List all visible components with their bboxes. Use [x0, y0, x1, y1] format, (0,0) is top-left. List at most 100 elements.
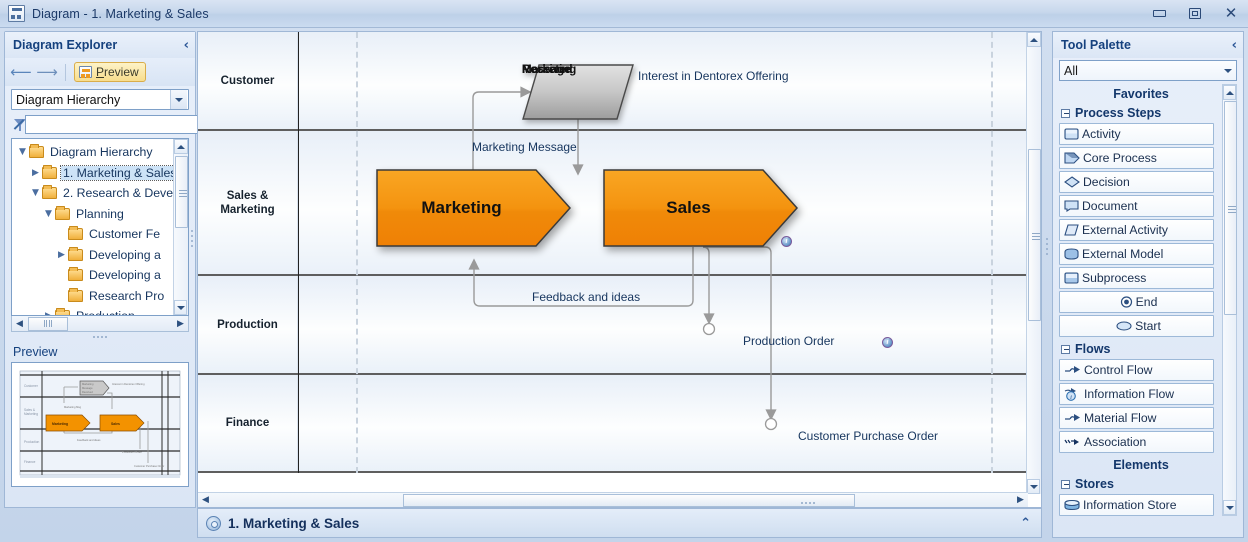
folder-icon	[55, 308, 70, 315]
collapse-explorer-button[interactable]: ‹	[184, 38, 189, 53]
sales-process-shape[interactable]: Sales	[603, 169, 798, 247]
tree-scroll-right-button[interactable]: ▶	[173, 317, 188, 331]
filter-input[interactable]	[25, 115, 204, 134]
minimize-button[interactable]	[1148, 4, 1170, 22]
close-button[interactable]: ✕	[1220, 4, 1242, 22]
window-title: Diagram - 1. Marketing & Sales	[32, 6, 209, 21]
diagram-surface[interactable]: Customer Sales & Marketing Production Fin…	[198, 32, 1028, 478]
palette-scrollbar-thumb[interactable]	[1224, 101, 1237, 315]
canvas-vertical-scrollbar[interactable]	[1026, 32, 1041, 494]
diagram-explorer-title: Diagram Explorer	[13, 38, 118, 52]
palette-scroll-down-button[interactable]	[1223, 500, 1236, 515]
canvas-scroll-up-button[interactable]	[1027, 32, 1041, 47]
palette-group-stores[interactable]: Stores	[1059, 474, 1237, 494]
palette-item-core-process[interactable]: Core Process	[1059, 147, 1214, 169]
tree-vertical-scrollbar[interactable]	[173, 139, 188, 315]
palette-item-label: Decision	[1083, 175, 1130, 189]
tree-item-customer-fe[interactable]: Customer Fe	[12, 224, 188, 245]
expand-toggle-open-icon[interactable]: ▼	[29, 188, 42, 198]
palette-item-label: Association	[1084, 435, 1147, 449]
maximize-button[interactable]	[1184, 4, 1206, 22]
tree-item-developing-a[interactable]: Developing a	[12, 265, 188, 286]
canvas-vscrollbar-thumb[interactable]	[1028, 149, 1041, 321]
expand-toggle-closed-icon[interactable]: ▶	[42, 311, 55, 315]
preview-button[interactable]: Preview	[74, 62, 146, 82]
marketing-process-shape[interactable]: Marketing	[376, 169, 571, 247]
canvas-splitter-grip[interactable]	[778, 498, 838, 507]
palette-item-document[interactable]: Document	[1059, 195, 1214, 217]
palette-group-process-steps[interactable]: Process Steps	[1059, 103, 1237, 123]
collapse-minus-icon[interactable]	[1061, 344, 1070, 354]
tree-scroll-left-button[interactable]: ◀	[12, 317, 27, 331]
tree-hscrollbar-thumb[interactable]	[28, 316, 68, 331]
palette-item-start[interactable]: Start	[1059, 315, 1214, 337]
palette-item-activity[interactable]: Activity	[1059, 123, 1214, 145]
decision-diamond-icon	[1064, 176, 1080, 188]
end-circle-icon	[1120, 296, 1133, 308]
diagram-preview-thumbnail[interactable]: Customer Sales & Marketing Production Finan…	[11, 362, 189, 487]
canvas-scroll-right-button[interactable]: ▶	[1013, 493, 1028, 507]
palette-vertical-scrollbar[interactable]	[1222, 84, 1237, 516]
palette-item-association[interactable]: Association	[1059, 431, 1214, 453]
tree-scrollbar-thumb[interactable]	[175, 156, 188, 228]
forward-arrow-icon[interactable]: ⟶	[36, 63, 58, 81]
tree-item-planning[interactable]: ▼ Planning	[12, 204, 188, 225]
tree-item-label: Customer Fe	[89, 227, 161, 242]
palette-item-label: Document	[1082, 199, 1138, 213]
tree-item-developing-a[interactable]: ▶ Developing a	[12, 245, 188, 266]
expand-toggle-closed-icon[interactable]: ▶	[29, 168, 42, 178]
hierarchy-combobox[interactable]: Diagram Hierarchy	[11, 89, 189, 110]
palette-item-control-flow[interactable]: Control Flow	[1059, 359, 1214, 381]
palette-filter-combobox[interactable]: All	[1059, 60, 1237, 81]
expand-toggle-closed-icon[interactable]: ▶	[55, 250, 68, 260]
palette-item-end[interactable]: End	[1059, 291, 1214, 313]
tree-item-2-research-develo[interactable]: ▼ 2. Research & Develo	[12, 183, 188, 204]
svg-text:Marketing: Marketing	[24, 412, 38, 416]
chevron-down-icon[interactable]	[1219, 61, 1236, 80]
right-dock-grip[interactable]	[1046, 238, 1048, 255]
svg-text:Customer: Customer	[24, 384, 39, 388]
palette-item-external-activity[interactable]: External Activity	[1059, 219, 1214, 241]
tree-item-production[interactable]: ▶ Production	[12, 306, 188, 315]
diagram-canvas[interactable]: Customer Sales & Marketing Production Fin…	[197, 31, 1042, 508]
diagram-explorer-panel: Diagram Explorer ‹ ⟵ ⟶ Preview Diagram H…	[4, 31, 204, 508]
tree-item-research-pro[interactable]: Research Pro	[12, 286, 188, 307]
palette-scroll-up-button[interactable]	[1223, 85, 1236, 100]
expand-toggle-open-icon[interactable]: ▼	[42, 209, 55, 219]
tree-horizontal-scrollbar[interactable]: ◀ ▶	[11, 316, 189, 332]
palette-item-subprocess[interactable]: Subprocess	[1059, 267, 1214, 289]
canvas-horizontal-scrollbar[interactable]: ◀ ▶	[198, 492, 1028, 507]
collapse-minus-icon[interactable]	[1061, 479, 1070, 489]
svg-text:Message: Message	[82, 386, 93, 390]
svg-text:i: i	[1070, 394, 1072, 401]
diagram-hierarchy-tree[interactable]: ▼ Diagram Hierarchy ▶ 1. Marketing & Sales ▼…	[11, 138, 189, 316]
palette-item-external-model[interactable]: External Model	[1059, 243, 1214, 265]
expand-toggle-open-icon[interactable]: ▼	[16, 147, 29, 157]
preview-section-header: Preview	[5, 342, 195, 362]
palette-group-flows[interactable]: Flows	[1059, 339, 1237, 359]
canvas-scroll-down-button[interactable]	[1027, 479, 1040, 494]
palette-item-list[interactable]: Favorites Process Steps Activity Core Proce…	[1059, 84, 1237, 516]
canvas-scroll-left-button[interactable]: ◀	[198, 493, 213, 507]
information-flow-badge-purchase[interactable]: i	[882, 337, 893, 348]
tree-scroll-up-button[interactable]	[174, 139, 188, 154]
tree-item-label: Research Pro	[89, 288, 165, 303]
toolbar-separator	[65, 63, 66, 81]
tree-scroll-down-button[interactable]	[174, 300, 187, 315]
tree-item-label: 1. Marketing & Sales	[59, 164, 180, 181]
information-flow-badge-sales[interactable]: i	[781, 236, 792, 247]
palette-item-material-flow[interactable]: Material Flow	[1059, 407, 1214, 429]
panel-splitter-grip[interactable]	[5, 332, 195, 342]
marketing-message-received-shape[interactable]: Marketing Message Received	[522, 64, 634, 120]
back-arrow-icon[interactable]: ⟵	[10, 63, 32, 81]
palette-item-information-store[interactable]: Information Store	[1059, 494, 1214, 516]
chevron-down-icon[interactable]	[170, 90, 187, 109]
tree-item-diagram-hierarchy[interactable]: ▼ Diagram Hierarchy	[12, 142, 188, 163]
tree-item-1-marketing-sales[interactable]: ▶ 1. Marketing & Sales	[12, 163, 188, 184]
palette-item-information-flow[interactable]: i Information Flow	[1059, 383, 1214, 405]
status-bar-collapse-button[interactable]: ⌃	[1020, 516, 1031, 531]
palette-item-decision[interactable]: Decision	[1059, 171, 1214, 193]
collapse-palette-button[interactable]: ‹	[1232, 38, 1237, 53]
collapse-minus-icon[interactable]	[1061, 108, 1070, 118]
left-dock-grip[interactable]	[191, 230, 193, 247]
